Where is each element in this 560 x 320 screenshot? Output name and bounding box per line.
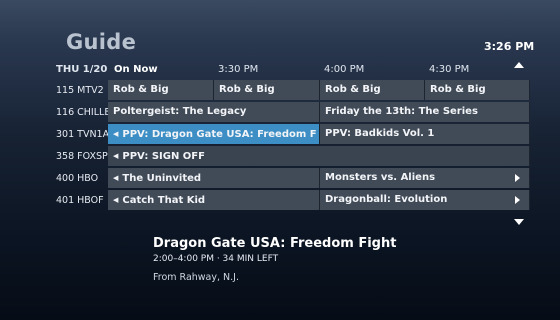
program-details-title: Dragon Gate USA: Freedom Fight — [153, 236, 397, 251]
program-cell[interactable]: ◀ PPV: SIGN OFF — [108, 146, 530, 166]
continues-left-icon: ◀ — [113, 196, 119, 204]
continues-left-icon: ◀ — [113, 174, 119, 182]
time-header-400: 4:00 PM — [324, 64, 365, 75]
program-cell-selected[interactable]: ◀ PPV: Dragon Gate USA: Freedom F — [108, 124, 320, 144]
program-cell[interactable]: Rob & Big — [108, 80, 214, 100]
guide-row-115-mtv2: 115 MTV2 Rob & Big Rob & Big Rob & Big R… — [0, 80, 560, 101]
continues-right-icon — [515, 174, 520, 182]
program-details-time: 2:00–4:00 PM · 34 MIN LEFT — [153, 254, 279, 264]
program-details-description: From Rahway, N.J. — [153, 272, 239, 283]
scroll-up-icon[interactable] — [514, 62, 524, 68]
guide-row-400-hbo: 400 HBO ◀ The Uninvited Monsters vs. Alie… — [0, 168, 560, 189]
page-title: Guide — [66, 30, 137, 54]
program-cell[interactable]: Rob & Big — [425, 80, 530, 100]
channel-label[interactable]: 301 TVN1A — [56, 124, 109, 145]
continues-left-icon: ◀ — [113, 130, 119, 138]
time-header-330: 3:30 PM — [218, 64, 259, 75]
program-cell[interactable]: Friday the 13th: The Series — [320, 102, 530, 122]
date-label: THU 1/20 — [56, 64, 108, 75]
program-cell[interactable]: ◀ The Uninvited — [108, 168, 320, 188]
program-cell[interactable]: PPV: Badkids Vol. 1 — [320, 124, 530, 144]
scroll-down-icon[interactable] — [514, 219, 524, 225]
continues-left-icon: ◀ — [113, 152, 119, 160]
guide-row-116-chiller: 116 CHILLER Poltergeist: The Legacy Frid… — [0, 102, 560, 123]
guide-screen: Guide 3:26 PM THU 1/20 On Now 3:30 PM 4:… — [0, 0, 560, 320]
channel-label[interactable]: 115 MTV2 — [56, 80, 104, 101]
time-header-430: 4:30 PM — [429, 64, 470, 75]
guide-row-301-tvn1a: 301 TVN1A ◀ PPV: Dragon Gate USA: Freedom… — [0, 124, 560, 145]
guide-row-358-foxsppv: 358 FOXSPPV ◀ PPV: SIGN OFF — [0, 146, 560, 167]
program-cell[interactable]: Poltergeist: The Legacy — [108, 102, 320, 122]
channel-label[interactable]: 401 HBOF — [56, 190, 104, 211]
program-cell[interactable]: Rob & Big — [214, 80, 320, 100]
time-header-on-now: On Now — [114, 64, 158, 75]
program-cell[interactable]: Dragonball: Evolution — [320, 190, 530, 210]
program-cell[interactable]: ◀ Catch That Kid — [108, 190, 320, 210]
program-cell[interactable]: Monsters vs. Aliens — [320, 168, 530, 188]
program-cell[interactable]: Rob & Big — [320, 80, 425, 100]
continues-right-icon — [515, 196, 520, 204]
channel-label[interactable]: 400 HBO — [56, 168, 98, 189]
guide-row-401-hbof: 401 HBOF ◀ Catch That Kid Dragonball: Evo… — [0, 190, 560, 211]
clock: 3:26 PM — [484, 40, 535, 53]
